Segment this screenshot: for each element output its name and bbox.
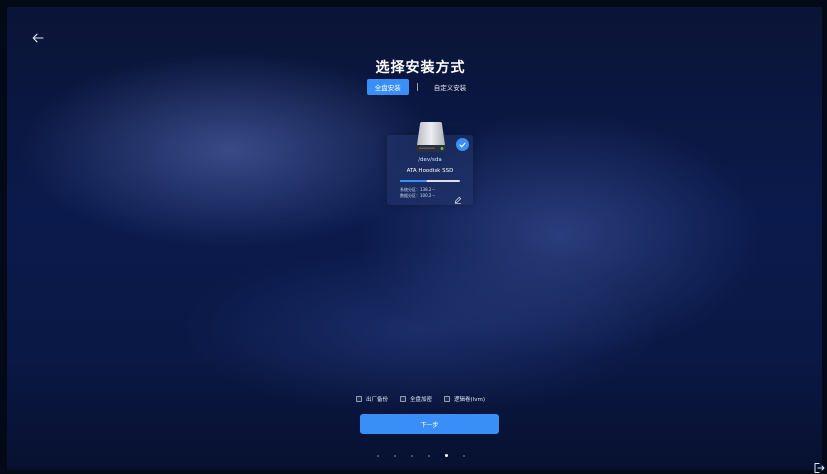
lvm-checkbox[interactable] <box>444 396 451 402</box>
page-dot <box>410 454 413 457</box>
disk-usage-fill <box>400 180 427 182</box>
hard-disk-icon <box>416 122 446 152</box>
install-options: 出厂备份 全盘加密 逻辑卷(lvm) <box>7 395 827 403</box>
tab-custom-install[interactable]: 自定义安装 <box>426 79 475 95</box>
option-factory-backup[interactable]: 出厂备份 <box>356 395 388 403</box>
tab-divider <box>416 83 418 91</box>
pencil-icon <box>454 196 462 204</box>
lvm-label: 逻辑卷(lvm) <box>454 397 485 403</box>
page-dot <box>376 454 379 457</box>
install-mode-tabs: 全盘安装 自定义安装 <box>7 79 827 95</box>
installer-screen: 选择安装方式 全盘安装 自定义安装 /dev/sda ATA Hoodisk S… <box>0 0 827 474</box>
factory-backup-checkbox[interactable] <box>356 396 363 402</box>
logout-icon <box>814 463 825 473</box>
page-dot <box>462 454 465 457</box>
factory-backup-label: 出厂备份 <box>366 397 389 403</box>
checkmark-icon <box>459 142 466 147</box>
page-dot <box>393 454 396 457</box>
disk-card[interactable]: /dev/sda ATA Hoodisk SSD 系统分区：138.2··· 数… <box>387 122 473 205</box>
page-indicator <box>7 454 827 457</box>
page-dot <box>444 454 448 457</box>
exit-button[interactable] <box>813 459 825 473</box>
data-partition-size: 数据分区：100.2··· <box>400 193 436 198</box>
option-lvm[interactable]: 逻辑卷(lvm) <box>444 395 485 403</box>
page-title: 选择安装方式 <box>375 60 466 76</box>
full-disk-encryption-label: 全盘加密 <box>410 397 433 403</box>
selected-check-badge <box>456 138 469 151</box>
disk-device-path: /dev/sda <box>418 157 442 163</box>
tab-full-disk-install[interactable]: 全盘安装 <box>366 79 409 95</box>
arrow-left-icon <box>32 33 44 43</box>
disk-usage-bar <box>400 180 460 182</box>
back-button[interactable] <box>27 27 49 49</box>
option-full-disk-encryption[interactable]: 全盘加密 <box>400 395 432 403</box>
page-dot <box>427 454 430 457</box>
full-disk-encryption-checkbox[interactable] <box>400 396 407 402</box>
next-step-button[interactable]: 下一步 <box>360 414 499 434</box>
disk-model-name: ATA Hoodisk SSD <box>406 168 454 174</box>
edit-partition-button[interactable] <box>454 189 462 204</box>
